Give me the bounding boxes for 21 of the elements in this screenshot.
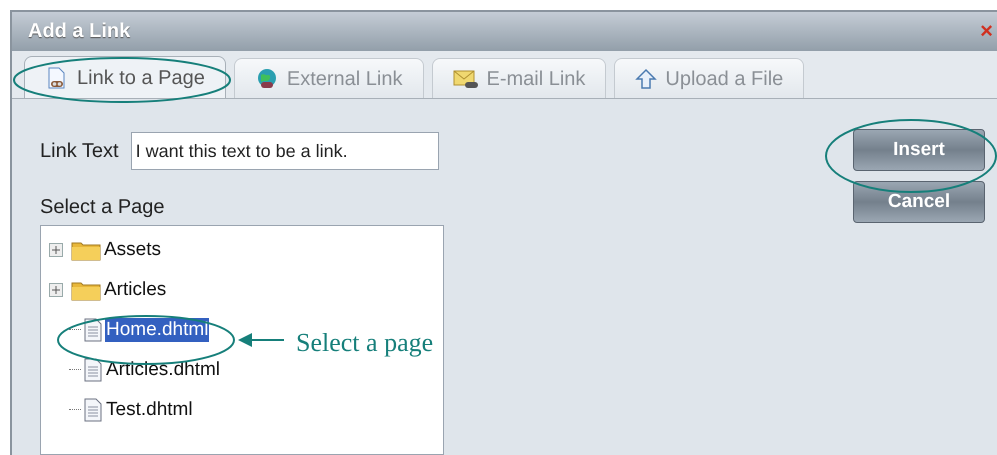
- tree-item[interactable]: Home.dhtml: [105, 318, 210, 342]
- link-text-label: Link Text: [40, 139, 119, 164]
- annotation-text: Select a page: [296, 327, 434, 359]
- expand-box[interactable]: [49, 242, 63, 256]
- dialog-button[interactable]: Insert: [853, 129, 985, 171]
- expand-box[interactable]: [49, 282, 63, 296]
- up-arrow-icon: [635, 68, 658, 90]
- pointer-arrow: [238, 332, 284, 348]
- tree-item[interactable]: Assets: [103, 238, 162, 262]
- window-title: Add a Link: [28, 19, 130, 44]
- document-icon: [83, 398, 103, 422]
- tree-item[interactable]: Articles.dhtml: [105, 358, 222, 382]
- document-icon: [83, 318, 103, 342]
- select-page-label: Select a Page: [40, 195, 166, 220]
- document-icon: [83, 358, 103, 382]
- tree-item[interactable]: Articles: [103, 278, 168, 302]
- dialog-button[interactable]: Cancel: [853, 181, 985, 223]
- tab[interactable]: Link to a Page: [24, 56, 226, 98]
- link-text-field[interactable]: I want this text to be a link.: [130, 132, 439, 170]
- tree-item[interactable]: Test.dhtml: [105, 398, 194, 422]
- envelope-link-icon: [452, 68, 478, 90]
